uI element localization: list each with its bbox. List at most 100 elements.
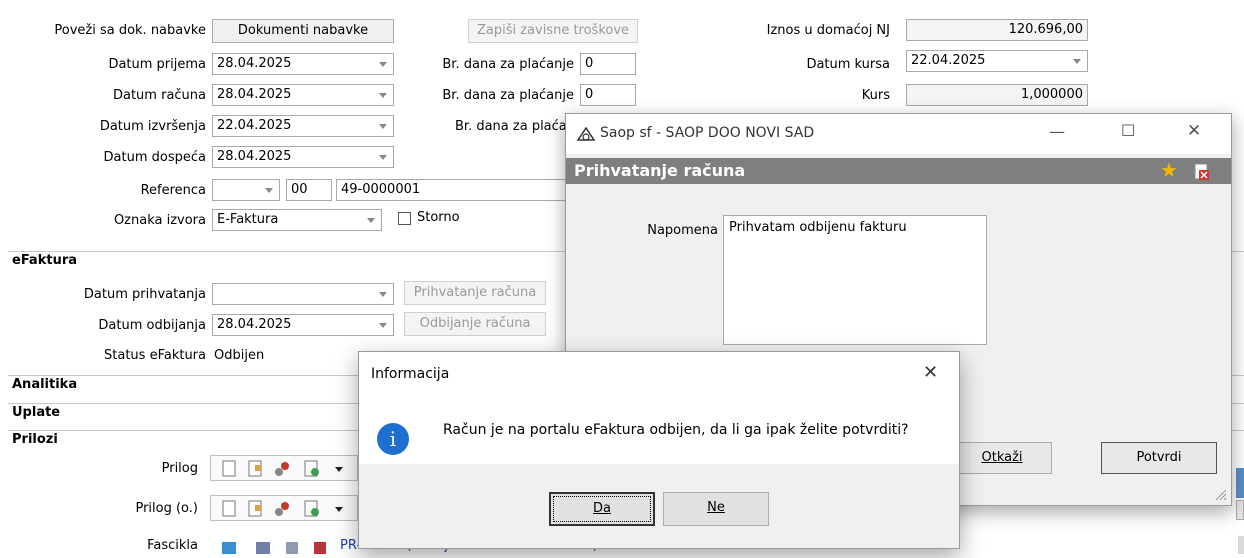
zapisi-troskove-label: Zapiši zavisne troškove	[476, 23, 630, 38]
dokumenti-nabavke-button[interactable]: Dokumenti nabavke	[212, 19, 394, 43]
kurs-field: 1,000000	[906, 84, 1088, 106]
new-document-icon	[222, 500, 236, 517]
datum-kursa-field[interactable]: 22.04.2025	[906, 50, 1088, 72]
oznaka-izvora-label: Oznaka izvora	[113, 213, 206, 228]
referenca-label: Referenca	[140, 183, 206, 198]
br-dana-label-3: Br. dana za plaća	[455, 119, 567, 134]
prilog-o-label: Prilog (o.)	[135, 501, 198, 516]
fascikla-icons	[220, 538, 340, 554]
minimize-icon[interactable]: —	[1049, 122, 1065, 141]
oznaka-izvora-field[interactable]: E-Faktura	[212, 209, 382, 231]
star-icon[interactable]: ★	[1160, 159, 1178, 181]
status-efaktura-value: Odbijen	[214, 348, 265, 363]
info-message: Račun je na portalu eFaktura odbijen, da…	[443, 422, 909, 438]
storno-checkbox[interactable]	[398, 212, 411, 225]
datum-prijema-value: 28.04.2025	[217, 56, 292, 71]
datum-racuna-field[interactable]: 28.04.2025	[212, 84, 394, 106]
br-dana-label-2: Br. dana za plaćanje	[442, 88, 574, 103]
chevron-down-icon	[1073, 59, 1081, 64]
da-label: Da	[593, 501, 611, 516]
chevron-down-icon	[379, 323, 387, 328]
close-icon[interactable]: ✕	[923, 362, 938, 383]
datum-izvrsenja-label: Datum izvršenja	[99, 119, 206, 134]
chevron-down-icon	[379, 124, 387, 129]
edit-document-icon	[248, 460, 262, 477]
maximize-icon[interactable]: ☐	[1121, 121, 1135, 140]
info-content-area: Informacija ✕ i Račun je na portalu eFak…	[359, 352, 959, 464]
chevron-down-icon	[379, 93, 387, 98]
ne-button[interactable]: Ne	[663, 492, 769, 526]
datum-odbijanja-field[interactable]: 28.04.2025	[212, 314, 394, 336]
prilog-o-toolbar-icons	[222, 500, 343, 517]
close-document-icon[interactable]	[1194, 163, 1210, 181]
odbijanje-racuna-label: Odbijanje računa	[419, 316, 531, 331]
referenca-combo[interactable]	[212, 179, 280, 201]
dokumenti-nabavke-label: Dokumenti nabavke	[237, 23, 369, 38]
export-document-icon	[304, 460, 319, 477]
datum-izvrsenja-field[interactable]: 22.04.2025	[212, 115, 394, 137]
chevron-down-icon	[379, 292, 387, 297]
referenca-value-field[interactable]: 49-0000001	[336, 179, 566, 201]
prilog-o-toolbar	[210, 495, 358, 521]
br-dana-field-2[interactable]: 0	[580, 84, 636, 106]
status-efaktura-label: Status eFaktura	[104, 348, 206, 363]
datum-dospeca-value: 28.04.2025	[217, 149, 292, 164]
side-tool-icon[interactable]	[1236, 468, 1244, 498]
prihvatanje-racuna-label: Prihvatanje računa	[413, 285, 537, 300]
fascikla-label: Fascikla	[147, 538, 198, 553]
napomena-label: Napomena	[647, 223, 718, 238]
chevron-down-icon	[367, 218, 375, 223]
prilog-toolbar-icons	[222, 460, 343, 477]
datum-kursa-label: Datum kursa	[806, 57, 890, 72]
oznaka-izvora-value: E-Faktura	[217, 212, 279, 227]
datum-prihvatanja-field[interactable]	[212, 283, 394, 305]
informacija-dialog: Informacija ✕ i Račun je na portalu eFak…	[358, 351, 960, 549]
kurs-label: Kurs	[861, 88, 890, 103]
side-scroll-icon[interactable]	[1236, 500, 1244, 520]
chevron-down-icon	[265, 188, 273, 193]
datum-odbijanja-label: Datum odbijanja	[98, 318, 206, 333]
export-document-icon	[304, 500, 319, 517]
potvrdi-label: Potvrdi	[1136, 450, 1182, 465]
ne-label: Ne	[707, 500, 725, 515]
napomena-textarea[interactable]: Prihvatam odbijenu fakturu	[723, 215, 987, 345]
book-icon	[314, 542, 326, 554]
side-scroll-bottom[interactable]	[1238, 536, 1244, 554]
link-icon	[275, 502, 289, 516]
prilog-toolbar	[210, 455, 358, 481]
da-button[interactable]: Da	[549, 492, 655, 526]
potvrdi-button[interactable]: Potvrdi	[1101, 442, 1217, 474]
new-document-icon	[222, 460, 236, 477]
datum-racuna-label: Datum računa	[112, 88, 206, 103]
br-dana-field-1[interactable]: 0	[580, 53, 636, 75]
app-logo-icon	[576, 126, 596, 141]
datum-prijema-field[interactable]: 28.04.2025	[212, 53, 394, 75]
datum-prijema-label: Datum prijema	[108, 57, 206, 72]
otkazi-button[interactable]: Otkaži	[952, 442, 1052, 474]
info-icon: i	[377, 423, 409, 455]
dialog-titlebar: Saop sf - SAOP DOO NOVI SAD — ☐ ✕	[566, 114, 1231, 154]
datum-odbijanja-value: 28.04.2025	[217, 317, 292, 332]
dialog-title: Saop sf - SAOP DOO NOVI SAD	[600, 125, 815, 141]
prihvatanje-racuna-button[interactable]: Prihvatanje računa	[404, 281, 546, 305]
otkazi-label: Otkaži	[981, 450, 1023, 465]
zapisi-troskove-button[interactable]: Zapiši zavisne troškove	[468, 19, 638, 43]
save-icon	[256, 542, 270, 554]
chevron-down-icon	[379, 155, 387, 160]
datum-kursa-value: 22.04.2025	[911, 53, 986, 68]
datum-racuna-value: 28.04.2025	[217, 87, 292, 102]
chevron-down-icon	[379, 62, 387, 67]
datum-izvrsenja-value: 22.04.2025	[217, 118, 292, 133]
datum-dospeca-field[interactable]: 28.04.2025	[212, 146, 394, 168]
odbijanje-racuna-button[interactable]: Odbijanje računa	[404, 312, 546, 336]
resize-grip-icon[interactable]	[1214, 488, 1228, 502]
info-title: Informacija	[371, 366, 450, 382]
iznos-label: Iznos u domaćoj NJ	[766, 23, 890, 38]
referenca-code-field[interactable]: 00	[286, 179, 332, 201]
edit-document-icon	[248, 500, 262, 517]
dialog-header-text: Prihvatanje računa	[574, 161, 746, 180]
close-icon[interactable]: ✕	[1187, 121, 1201, 141]
dialog-header: Prihvatanje računa	[566, 158, 1231, 184]
folder-icon	[222, 542, 236, 554]
br-dana-label-1: Br. dana za plaćanje	[442, 57, 574, 72]
